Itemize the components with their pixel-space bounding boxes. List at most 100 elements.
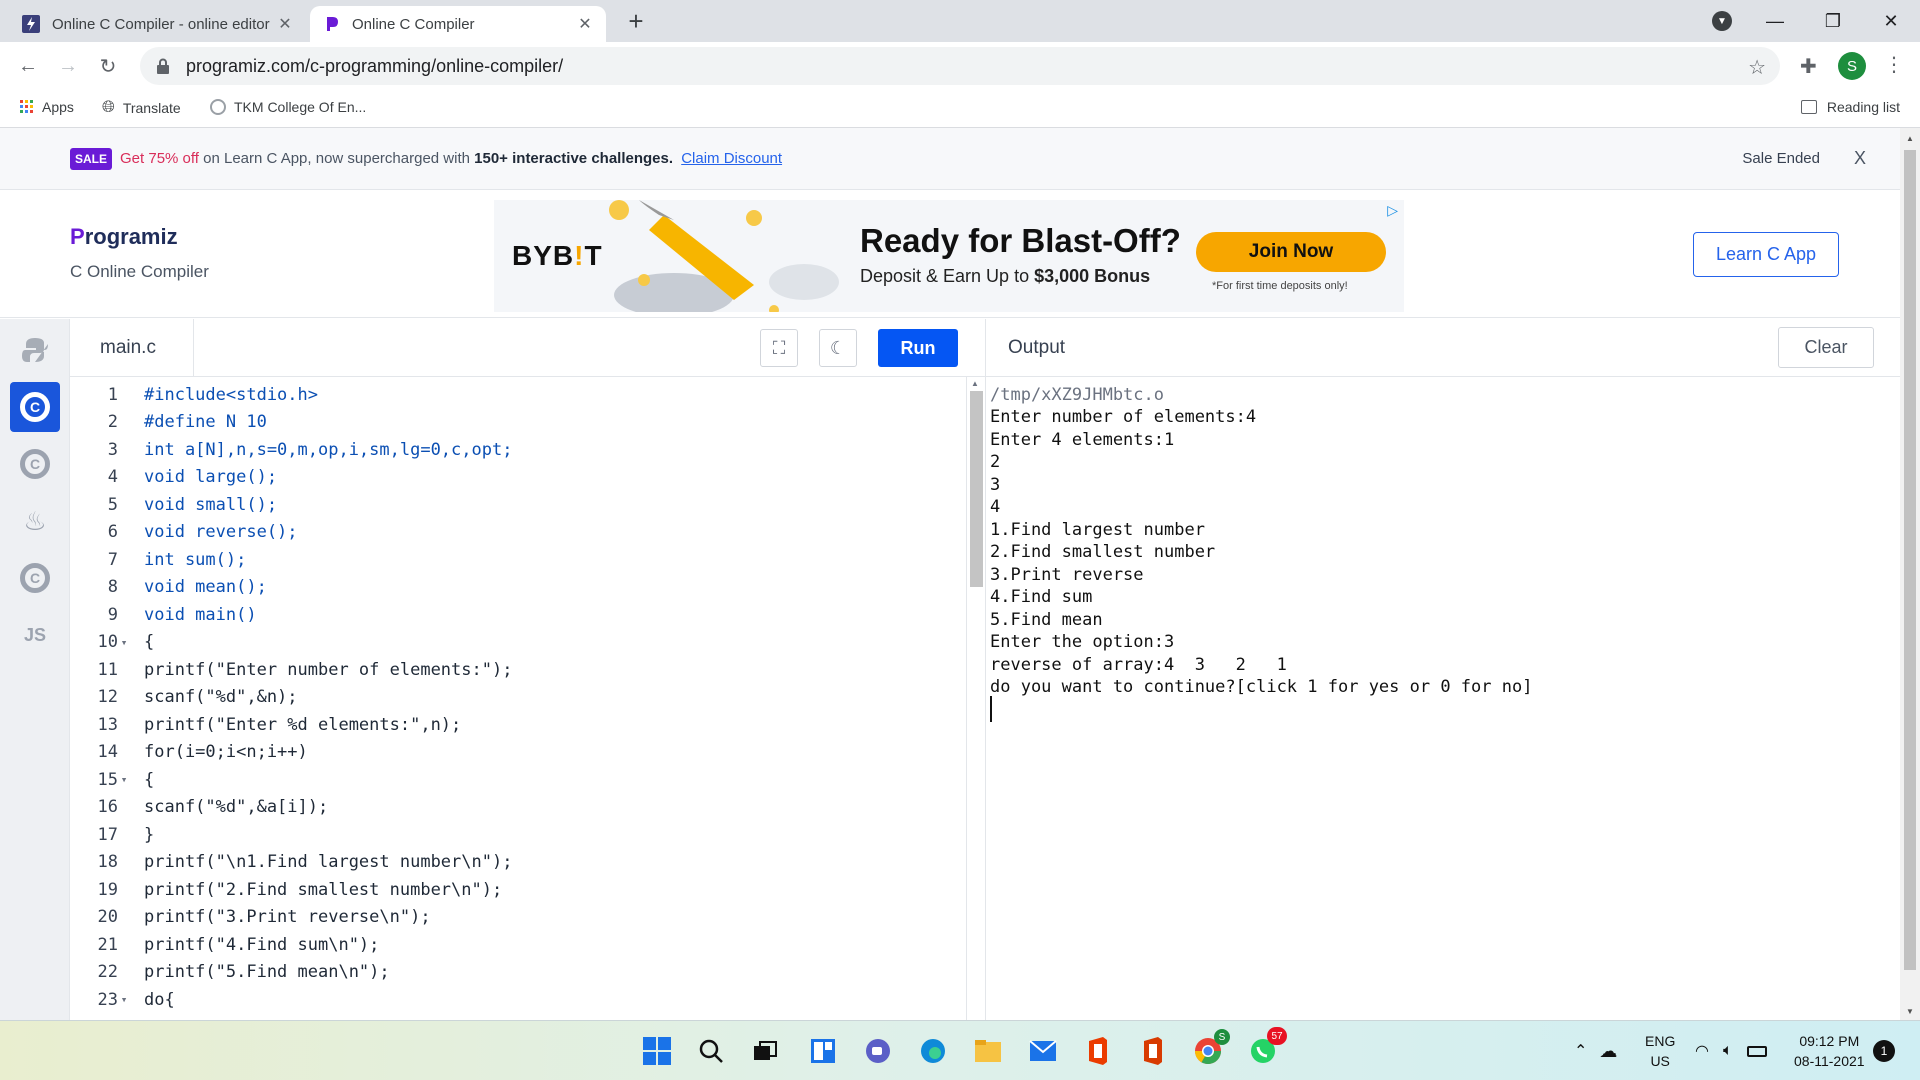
office-icon[interactable] <box>1082 1035 1114 1067</box>
code-line[interactable]: 22 printf("5.Find mean\n"); <box>70 959 965 987</box>
wifi-icon[interactable]: ◠ <box>1695 1041 1709 1061</box>
code-line[interactable]: 21 printf("4.Find sum\n"); <box>70 931 965 959</box>
code-line[interactable]: 19 printf("2.Find smallest number\n"); <box>70 876 965 904</box>
fold-arrow-icon[interactable]: ▾ <box>118 773 130 786</box>
python-icon[interactable] <box>10 325 60 375</box>
battery-icon[interactable] <box>1746 1045 1767 1057</box>
cpp-icon[interactable]: C <box>10 439 60 489</box>
fold-arrow-icon[interactable]: ▾ <box>118 636 130 649</box>
editor-scrollbar[interactable]: ▲ <box>966 377 985 1020</box>
code-line[interactable]: 1 #include<stdio.h> <box>70 381 965 409</box>
close-banner-button[interactable]: X <box>1854 148 1866 169</box>
claim-discount-link[interactable]: Claim Discount <box>681 150 782 167</box>
code-line[interactable]: 17} <box>70 821 965 849</box>
scroll-up-arrow-icon[interactable]: ▲ <box>971 379 979 388</box>
office-icon-2[interactable] <box>1137 1035 1169 1067</box>
teams-chat-icon[interactable] <box>862 1035 894 1067</box>
code-line[interactable]: 6 void reverse(); <box>70 519 965 547</box>
learn-c-app-button[interactable]: Learn C App <box>1693 232 1839 277</box>
close-window-button[interactable]: ✕ <box>1862 0 1920 42</box>
fullscreen-icon[interactable]: ⛶ <box>760 329 798 367</box>
menu-dots-icon[interactable]: ⋮ <box>1884 52 1904 77</box>
bookmark-apps[interactable]: Apps <box>20 99 74 115</box>
fold-arrow-icon[interactable]: ▾ <box>118 993 130 1006</box>
restore-button[interactable]: ❐ <box>1804 0 1862 42</box>
code-line[interactable]: 11 printf("Enter number of elements:"); <box>70 656 965 684</box>
edge-browser-icon[interactable] <box>917 1035 949 1067</box>
scroll-up-arrow-icon[interactable]: ▲ <box>1906 134 1914 143</box>
windows-start-icon[interactable] <box>641 1035 673 1067</box>
join-now-button[interactable]: Join Now <box>1196 232 1386 272</box>
language-indicator[interactable]: ENG US <box>1645 1031 1675 1071</box>
mail-icon[interactable] <box>1027 1035 1059 1067</box>
code-line[interactable]: 4 void large(); <box>70 464 965 492</box>
line-number: 9 <box>107 604 118 625</box>
tab-inactive[interactable]: Online C Compiler - online editor ✕ <box>10 6 306 42</box>
notification-badge[interactable]: 1 <box>1873 1040 1895 1062</box>
programiz-logo[interactable]: Programiz <box>70 224 178 250</box>
code-line[interactable]: 16 scanf("%d",&a[i]); <box>70 794 965 822</box>
csharp-icon[interactable]: C <box>10 553 60 603</box>
page-scrollbar[interactable]: ▲ ▼ <box>1900 128 1920 1020</box>
reload-icon[interactable]: ↻ <box>94 52 122 80</box>
clock[interactable]: 09:12 PM 08-11-2021 <box>1794 1031 1865 1071</box>
scrollbar-thumb[interactable] <box>1904 150 1916 970</box>
code-line[interactable]: 10 ▾ { <box>70 629 965 657</box>
code-line[interactable]: 20 printf("3.Print reverse\n"); <box>70 904 965 932</box>
code-line[interactable]: 13 printf("Enter %d elements:",n); <box>70 711 965 739</box>
widgets-icon[interactable] <box>807 1035 839 1067</box>
chrome-icon[interactable]: S <box>1192 1029 1230 1067</box>
js-icon[interactable]: JS <box>10 610 60 660</box>
code-line[interactable]: 23 ▾ do{ <box>70 986 965 1014</box>
profile-avatar[interactable]: S <box>1838 52 1866 80</box>
code-line[interactable]: 7 int sum(); <box>70 546 965 574</box>
code-line[interactable]: 12 scanf("%d",&n); <box>70 684 965 712</box>
scroll-down-arrow-icon[interactable]: ▼ <box>1906 1007 1914 1016</box>
code-line[interactable]: 3 int a[N],n,s=0,m,op,i,sm,lg=0,c,opt; <box>70 436 965 464</box>
code-line[interactable]: 5 void small(); <box>70 491 965 519</box>
adchoices-icon[interactable]: ▷ <box>1387 202 1398 219</box>
dark-mode-moon-icon[interactable]: ☾ <box>819 329 857 367</box>
run-button[interactable]: Run <box>878 329 958 367</box>
close-icon[interactable]: ✕ <box>276 14 294 34</box>
ad-subtext: Deposit & Earn Up to $3,000 Bonus <box>860 266 1151 286</box>
volume-icon[interactable]: 🔈︎ <box>1723 1042 1733 1060</box>
extensions-puzzle-icon[interactable]: ✚ <box>1800 54 1817 79</box>
close-icon[interactable]: ✕ <box>576 14 594 34</box>
file-tab-main-c[interactable]: main.c <box>70 319 194 377</box>
code-line[interactable]: 8 void mean(); <box>70 574 965 602</box>
back-arrow-icon[interactable]: ← <box>14 52 42 80</box>
code-line[interactable]: 18 printf("\n1.Find largest number\n"); <box>70 849 965 877</box>
bookmark-translate[interactable]: 🌐︎ Translate <box>102 99 181 117</box>
programiz-favicon-icon <box>322 15 340 33</box>
clear-button[interactable]: Clear <box>1778 327 1874 368</box>
bookmark-star-icon[interactable]: ☆ <box>1748 55 1766 80</box>
c-icon[interactable]: C <box>10 382 60 432</box>
chevron-down-icon[interactable]: ▼ <box>1712 11 1732 31</box>
code-editor[interactable]: 1 #include<stdio.h> 2 #define N 10 3 int a[N]… <box>70 377 985 1020</box>
code-line[interactable]: 2 #define N 10 <box>70 409 965 437</box>
search-icon[interactable] <box>695 1035 727 1067</box>
sale-bold-text: 150+ interactive challenges. <box>474 150 674 167</box>
file-explorer-icon[interactable] <box>972 1035 1004 1067</box>
minimize-button[interactable]: — <box>1746 0 1804 42</box>
forward-arrow-icon[interactable]: → <box>54 52 82 80</box>
output-console[interactable]: /tmp/xXZ9JHMbtc.o Enter number of element… <box>990 377 1890 1020</box>
code-line[interactable]: 14 for(i=0;i<n;i++) <box>70 739 965 767</box>
task-view-icon[interactable] <box>749 1035 781 1067</box>
chevron-up-icon[interactable]: ⌃ <box>1574 1041 1587 1061</box>
reading-list-button[interactable]: Reading list <box>1800 99 1900 115</box>
code-text: scanf("%d",&a[i]); <box>144 797 329 818</box>
java-icon[interactable]: ♨ <box>10 496 60 546</box>
whatsapp-icon[interactable]: 57 <box>1247 1027 1287 1067</box>
code-line[interactable]: 9 void main() <box>70 601 965 629</box>
advertisement[interactable]: BYB!T Ready for Blast-Off? Deposit & Ear… <box>494 200 1404 312</box>
code-line[interactable]: 15 ▾ { <box>70 766 965 794</box>
tab-active[interactable]: Online C Compiler ✕ <box>310 6 606 42</box>
onedrive-cloud-icon[interactable]: ☁ <box>1599 1041 1617 1062</box>
scrollbar-thumb[interactable] <box>970 391 983 587</box>
bookmark-tkm[interactable]: TKM College Of En... <box>210 99 366 115</box>
new-tab-button[interactable]: + <box>622 8 650 34</box>
pane-divider[interactable] <box>985 319 986 1020</box>
address-bar[interactable]: programiz.com/c-programming/online-compi… <box>140 47 1780 85</box>
